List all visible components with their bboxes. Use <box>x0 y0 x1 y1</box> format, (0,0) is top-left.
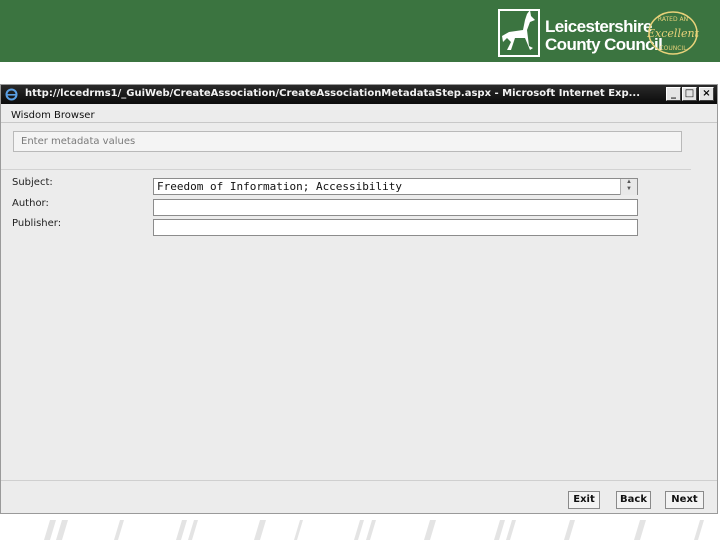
exit-button[interactable]: Exit <box>568 491 600 509</box>
subject-field[interactable] <box>153 178 638 195</box>
spinner-up-icon[interactable]: ▲ <box>621 179 637 186</box>
minimize-button[interactable]: _ <box>666 87 681 101</box>
back-button[interactable]: Back <box>616 491 651 509</box>
fox-icon <box>498 9 540 57</box>
browser-window: http://lccedrms1/_GuiWeb/CreateAssociati… <box>0 84 718 514</box>
internet-explorer-icon <box>5 88 18 101</box>
panel-header: Enter metadata values <box>21 136 136 147</box>
author-field[interactable] <box>153 199 638 216</box>
publisher-field[interactable] <box>153 219 638 236</box>
metadata-panel-header-box: Enter metadata values <box>13 131 682 152</box>
publisher-label: Publisher: <box>12 218 62 229</box>
window-title: http://lccedrms1/_GuiWeb/CreateAssociati… <box>25 88 641 99</box>
divider <box>1 169 691 170</box>
svg-text:Excellent: Excellent <box>647 27 699 40</box>
close-button[interactable]: × <box>699 87 714 101</box>
subject-spinner[interactable]: ▲ ▼ <box>620 179 637 195</box>
spinner-down-icon[interactable]: ▼ <box>621 186 637 193</box>
next-button[interactable]: Next <box>665 491 704 509</box>
window-titlebar[interactable]: http://lccedrms1/_GuiWeb/CreateAssociati… <box>1 85 717 104</box>
council-name: Leicestershire County Council <box>545 17 663 54</box>
svg-text:COUNCIL: COUNCIL <box>659 45 687 52</box>
app-name: Wisdom Browser <box>11 110 95 121</box>
author-label: Author: <box>12 198 49 209</box>
council-logo: Leicestershire County Council RATED AN E… <box>497 8 707 58</box>
decorative-stripes <box>44 520 704 540</box>
council-banner: Leicestershire County Council RATED AN E… <box>0 0 720 62</box>
footer-divider <box>1 480 717 481</box>
excellent-council-seal: RATED AN Excellent COUNCIL <box>647 11 699 55</box>
svg-text:RATED AN: RATED AN <box>658 16 688 23</box>
divider <box>1 122 717 123</box>
subject-label: Subject: <box>12 177 53 188</box>
maximize-button[interactable]: □ <box>682 87 697 101</box>
